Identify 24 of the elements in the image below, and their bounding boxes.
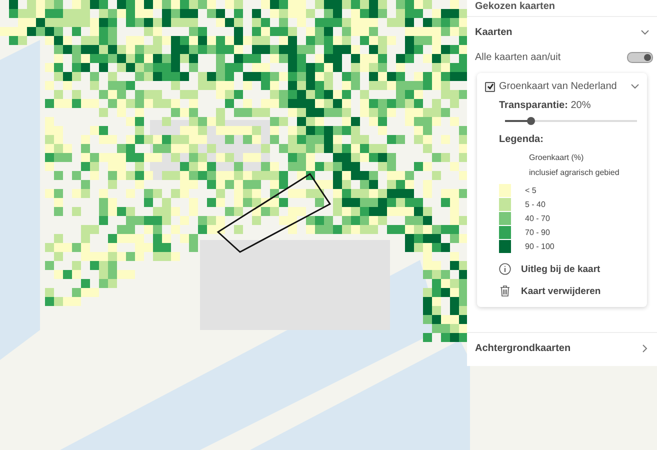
slider-thumb[interactable] — [527, 117, 536, 125]
legend-subheading: inclusief agrarisch gebied — [528, 168, 620, 177]
chevron-icon[interactable] — [631, 84, 639, 89]
chevron-icon[interactable] — [641, 30, 649, 35]
trash-icon — [499, 285, 511, 297]
info-link[interactable]: Uitleg bij de kaart — [499, 263, 639, 275]
section-title: Kaarten — [475, 27, 512, 38]
legend-label: 90 - 100 — [525, 242, 554, 250]
section-title: Achtergrondkaarten — [475, 343, 571, 354]
chevron-icon[interactable] — [642, 344, 648, 352]
transparency-label: Transparantie: 20% — [499, 100, 592, 111]
legend-label: 70 - 90 — [525, 228, 550, 236]
info-icon — [499, 263, 511, 275]
delete-link[interactable]: Kaart verwijderen — [499, 285, 639, 297]
layer-name: Groenkaart van Nederland — [499, 81, 618, 92]
layer-checkbox[interactable] — [485, 82, 495, 92]
legend-label: < 5 — [525, 186, 536, 194]
toggle-label: Alle kaarten aan/uit — [475, 52, 561, 63]
legend-label: 5 - 40 — [525, 200, 546, 208]
legend-heading: Groenkaart (%) — [528, 153, 585, 162]
legend-title: Legenda: — [499, 134, 544, 145]
legend-label: 40 - 70 — [525, 214, 550, 222]
panel-title: Gekozen kaarten — [467, 0, 657, 17]
toggle-switch[interactable] — [627, 52, 653, 63]
